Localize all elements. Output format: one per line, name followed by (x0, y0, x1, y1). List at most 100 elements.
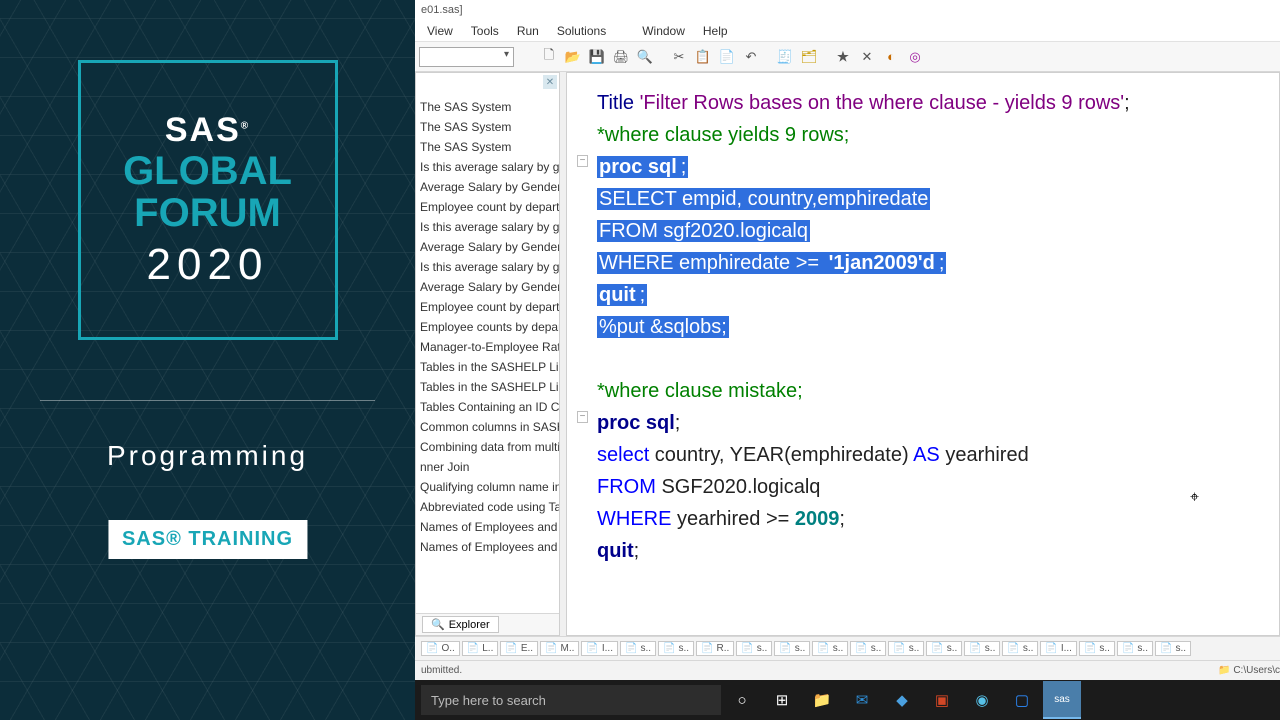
results-item[interactable]: Tables in the SASHELP Libra (416, 357, 559, 377)
results-item[interactable]: The SAS System (416, 97, 559, 117)
explorer-icon[interactable]: 📁 (803, 681, 841, 719)
results-panel: ✕ The SAS SystemThe SAS SystemThe SAS Sy… (415, 72, 560, 636)
menu-window[interactable]: Window (634, 22, 693, 40)
results-item[interactable]: Abbreviated code using Tab (416, 497, 559, 517)
window-tab[interactable]: 📄s.. (850, 641, 886, 656)
brand-sas: SAS® (165, 111, 250, 150)
print-icon[interactable]: 🖨 (612, 48, 630, 66)
explorer-tabstrip: 🔍Explorer (416, 613, 559, 635)
results-item[interactable]: The SAS System (416, 137, 559, 157)
results-item[interactable]: Combining data from multi (416, 437, 559, 457)
results-item[interactable]: Employee count by departm (416, 197, 559, 217)
status-path: 📁 C:\Users\c (1218, 665, 1280, 676)
paste-icon[interactable]: 📄 (718, 48, 736, 66)
window-tab[interactable]: 📄E.. (500, 641, 538, 656)
window-tab[interactable]: 📄I... (581, 641, 618, 656)
window-tab[interactable]: 📄I... (1040, 641, 1077, 656)
window-tab[interactable]: 📄s.. (1117, 641, 1153, 656)
control-bar: 🗋 📂 💾 🖨 🔍 ✂ 📋 📄 ↶ 🧾 🗂 ★ ✕ ◐ ◎ (415, 42, 1280, 72)
powerpoint-icon[interactable]: ▣ (923, 681, 961, 719)
results-item[interactable]: Is this average salary by ger (416, 157, 559, 177)
app-window: e01.sas] View Tools Run Solutions Window… (415, 0, 1280, 720)
window-tab[interactable]: 📄s.. (1002, 641, 1038, 656)
window-tab[interactable]: 📄s.. (926, 641, 962, 656)
save-icon[interactable]: 💾 (588, 48, 606, 66)
window-tab[interactable]: 📄s.. (888, 641, 924, 656)
results-list[interactable]: The SAS SystemThe SAS SystemThe SAS Syst… (416, 95, 559, 613)
outlook-icon[interactable]: ✉ (843, 681, 881, 719)
results-item[interactable]: Names of Employees and th (416, 537, 559, 557)
app-icon[interactable]: ◆ (883, 681, 921, 719)
results-item[interactable]: Employee count by departm (416, 297, 559, 317)
window-tab[interactable]: 📄s.. (812, 641, 848, 656)
results-item[interactable]: Average Salary by Gender (416, 177, 559, 197)
window-tab[interactable]: 📄s.. (736, 641, 772, 656)
window-tab[interactable]: 📄s.. (620, 641, 656, 656)
brand-global: GLOBAL (123, 150, 292, 192)
results-item[interactable]: The SAS System (416, 117, 559, 137)
preview-icon[interactable]: 🔍 (636, 48, 654, 66)
menu-tools[interactable]: Tools (463, 22, 507, 40)
brand-training-badge: SAS® TRAINING (108, 520, 307, 559)
new-icon[interactable]: 🗋 (540, 48, 558, 66)
brand-divider (40, 400, 375, 401)
submit-icon[interactable]: 🧾 (776, 48, 794, 66)
results-item[interactable]: Is this average salary by ger (416, 257, 559, 277)
window-tab[interactable]: 📄R.. (696, 641, 734, 656)
brand-year: 2020 (147, 240, 269, 290)
results-item[interactable]: nner Join (416, 457, 559, 477)
taskview-icon[interactable]: ⊞ (763, 681, 801, 719)
menu-help[interactable]: Help (695, 22, 736, 40)
zoom-icon[interactable]: ▢ (1003, 681, 1041, 719)
window-tab[interactable]: 📄M.. (540, 641, 579, 656)
window-tab[interactable]: 📄L.. (462, 641, 499, 656)
window-tab[interactable]: 📄s.. (1155, 641, 1191, 656)
window-tab[interactable]: 📄s.. (964, 641, 1000, 656)
window-tab[interactable]: 📄s.. (1079, 641, 1115, 656)
menu-view[interactable]: View (419, 22, 461, 40)
brand-panel: SAS® GLOBAL FORUM 2020 Programming SAS® … (0, 0, 415, 720)
menu-solutions[interactable]: Solutions (549, 22, 614, 40)
fold-icon-2[interactable]: − (577, 411, 588, 423)
results-item[interactable]: Manager-to-Employee Ratic (416, 337, 559, 357)
open-icon[interactable]: 📂 (564, 48, 582, 66)
clear-icon[interactable]: ✕ (858, 48, 876, 66)
window-title: e01.sas] (415, 0, 1280, 20)
command-combo[interactable] (419, 47, 514, 67)
explorer-tab[interactable]: 🔍Explorer (422, 616, 499, 633)
window-tabs: 📄O..📄L..📄E..📄M..📄I...📄s..📄s..📄R..📄s..📄s.… (415, 636, 1280, 660)
window-tab[interactable]: 📄O.. (421, 641, 460, 656)
toolbar: 🗋 📂 💾 🖨 🔍 ✂ 📋 📄 ↶ 🧾 🗂 ★ ✕ ◐ ◎ (540, 48, 924, 66)
menu-bar: View Tools Run Solutions Window Help (415, 20, 1280, 42)
status-message: ubmitted. (421, 665, 462, 676)
results-item[interactable]: Average Salary by Gender (416, 277, 559, 297)
close-icon[interactable]: ✕ (543, 75, 557, 89)
break-icon[interactable]: ◐ (882, 48, 900, 66)
results-item[interactable]: Qualifying column name in (416, 477, 559, 497)
results-item[interactable]: Tables Containing an ID Col (416, 397, 559, 417)
help-icon[interactable]: ◎ (906, 48, 924, 66)
fold-icon[interactable]: − (577, 155, 588, 167)
copy-icon[interactable]: 📋 (694, 48, 712, 66)
run-icon[interactable]: ★ (834, 48, 852, 66)
menu-run[interactable]: Run (509, 22, 547, 40)
libraries-icon[interactable]: 🗂 (800, 48, 818, 66)
undo-icon[interactable]: ↶ (742, 48, 760, 66)
brand-programming: Programming (107, 440, 308, 472)
window-tab[interactable]: 📄s.. (658, 641, 694, 656)
results-item[interactable]: Average Salary by Gender (416, 237, 559, 257)
cortana-icon[interactable]: ○ (723, 681, 761, 719)
sas-icon[interactable]: sas (1043, 681, 1081, 719)
results-item[interactable]: Employee counts by departr (416, 317, 559, 337)
cursor-icon: ⌖ (1190, 485, 1199, 511)
work-area: ✕ The SAS SystemThe SAS SystemThe SAS Sy… (415, 72, 1280, 636)
cut-icon[interactable]: ✂ (670, 48, 688, 66)
window-tab[interactable]: 📄s.. (774, 641, 810, 656)
code-editor[interactable]: Title 'Filter Rows bases on the where cl… (566, 72, 1280, 636)
taskbar-search[interactable]: Type here to search (421, 685, 721, 715)
results-item[interactable]: Names of Employees and th (416, 517, 559, 537)
results-item[interactable]: Is this average salary by ger (416, 217, 559, 237)
results-item[interactable]: Common columns in SASH (416, 417, 559, 437)
edge-icon[interactable]: ◉ (963, 681, 1001, 719)
results-item[interactable]: Tables in the SASHELP Libra (416, 377, 559, 397)
